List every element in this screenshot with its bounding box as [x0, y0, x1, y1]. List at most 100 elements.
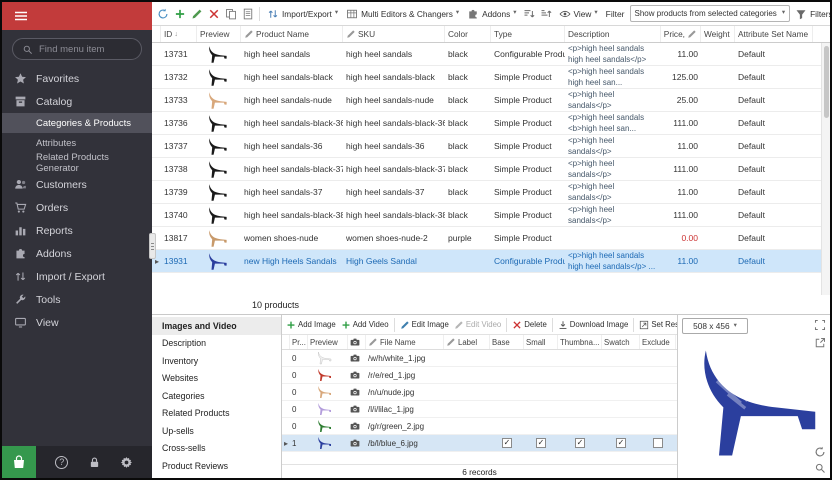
product-row-13931[interactable]: ▸13931new High Heels SandalsHigh Geels S… [152, 250, 830, 273]
tab-up-sells[interactable]: Up-sells [152, 422, 281, 440]
column-header-base[interactable]: Base [490, 335, 524, 349]
column-header-product-name[interactable]: Product Name [241, 26, 343, 42]
checkbox[interactable]: ✓ [502, 438, 512, 448]
edit-video-button[interactable]: Edit Video [452, 316, 503, 334]
column-header-thumbnail[interactable]: Thumbna... [558, 335, 602, 349]
sidebar-item-import-export[interactable]: Import / Export [2, 265, 152, 288]
tab-description[interactable]: Description [152, 335, 281, 353]
column-header-image-preview[interactable]: Preview [308, 335, 348, 349]
add-image-button[interactable]: Add Image [284, 316, 338, 334]
sidebar-item-label: Categories & Products [36, 118, 131, 129]
tab-websites[interactable]: Websites [152, 370, 281, 388]
tab-inventory[interactable]: Inventory [152, 352, 281, 370]
delete-product-button[interactable] [206, 6, 221, 21]
refresh-button[interactable] [155, 6, 170, 21]
open-external-icon[interactable] [814, 337, 826, 349]
sidebar-item-favorites[interactable]: Favorites [2, 67, 152, 90]
image-row[interactable]: 0/n/u/nude.jpg [282, 384, 677, 401]
column-header-id[interactable]: ID↓ [161, 26, 197, 42]
sort-ascending-button[interactable] [539, 6, 554, 21]
import-export-menu[interactable]: Import/Export ▾ [264, 5, 341, 23]
delete-image-button[interactable]: Delete [510, 316, 549, 334]
column-header-description[interactable]: Description [565, 26, 661, 42]
lock-button[interactable] [88, 456, 101, 469]
camera-icon [348, 350, 366, 366]
scrollbar-thumb[interactable] [824, 46, 829, 118]
column-header-exclude[interactable]: Exclude [640, 335, 676, 349]
image-size-select[interactable]: 508 x 456 ▾ [682, 318, 748, 334]
set-resize-rule-button[interactable]: Set Resize Rule▾ [637, 316, 677, 334]
sidebar-item-customers[interactable]: Customers [2, 173, 152, 196]
settings-button[interactable] [120, 456, 133, 469]
download-image-button[interactable]: Download Image [556, 316, 631, 334]
column-header-swatch[interactable]: Swatch [602, 335, 640, 349]
tab-categories[interactable]: Categories [152, 387, 281, 405]
copy-button[interactable] [223, 6, 238, 21]
refresh-preview-icon[interactable] [814, 446, 826, 458]
product-row-13739[interactable]: 13739high heel sandals-37high heel sanda… [152, 181, 830, 204]
column-header-small[interactable]: Small [524, 335, 558, 349]
column-header-price[interactable]: Price, [661, 26, 701, 42]
hamburger-menu-icon[interactable] [13, 8, 29, 24]
column-header-type[interactable]: Type [491, 26, 565, 42]
product-row-13732[interactable]: 13732high heel sandals-blackhigh heel sa… [152, 66, 830, 89]
column-header-attribute-set[interactable]: Attribute Set Name [735, 26, 813, 42]
checkbox[interactable] [653, 438, 663, 448]
product-row-13737[interactable]: 13737high heel sandals-36high heel sanda… [152, 135, 830, 158]
add-product-button[interactable] [172, 6, 187, 21]
checkbox[interactable]: ✓ [616, 438, 626, 448]
tab-product-reviews[interactable]: Product Reviews [152, 457, 281, 475]
image-row[interactable]: 0/w/h/white_1.jpg [282, 350, 677, 367]
checkbox[interactable]: ✓ [536, 438, 546, 448]
column-header-weight[interactable]: Weight [701, 26, 735, 42]
sidebar-item-view[interactable]: View [2, 311, 152, 334]
sidebar-item-reports[interactable]: Reports [2, 219, 152, 242]
sidebar-item-orders[interactable]: Orders [2, 196, 152, 219]
column-header-label[interactable]: Label [444, 335, 490, 349]
store-button[interactable] [2, 446, 36, 478]
checkbox[interactable]: ✓ [575, 438, 585, 448]
view-menu[interactable]: View ▾ [556, 5, 601, 23]
menu-search-input[interactable]: Find menu item [12, 38, 142, 60]
sort-descending-button[interactable] [522, 6, 537, 21]
column-header-file-name[interactable]: File Name [366, 335, 444, 349]
column-header-color[interactable]: Color [445, 26, 491, 42]
tab-label: Related Products [162, 408, 229, 418]
tab-related-products[interactable]: Related Products [152, 405, 281, 423]
sidebar-item-tools[interactable]: Tools [2, 288, 152, 311]
product-row-13740[interactable]: 13740high heel sandals-black-38high heel… [152, 204, 830, 227]
sidebar-item-related-products-generator[interactable]: Related Products Generator [2, 153, 152, 173]
column-header-position[interactable]: Pr... [290, 335, 308, 349]
product-row-13738[interactable]: 13738high heel sandals-black-37high heel… [152, 158, 830, 181]
addons-menu[interactable]: Addons ▾ [464, 5, 519, 23]
sidebar-item-addons[interactable]: Addons [2, 242, 152, 265]
column-header-preview[interactable]: Preview [197, 26, 241, 42]
sidebar-item-catalog[interactable]: Catalog [2, 90, 152, 113]
image-row[interactable]: 0/g/r/green_2.jpg [282, 418, 677, 435]
category-filter-select[interactable]: Show products from selected categories ▾ [630, 5, 791, 22]
fullscreen-icon[interactable] [814, 319, 826, 331]
column-header-camera[interactable] [348, 335, 366, 349]
sidebar-item-categories-products[interactable]: Categories & Products [2, 113, 152, 133]
tab-cross-sells[interactable]: Cross-sells [152, 440, 281, 458]
tab-images-and-video[interactable]: Images and Video [152, 317, 281, 335]
product-row-13736[interactable]: 13736high heel sandals-black-36high heel… [152, 112, 830, 135]
product-row-13817[interactable]: 13817women shoes-nudewomen shoes-nude-2p… [152, 227, 830, 250]
multi-editors-menu[interactable]: Multi Editors & Changers ▾ [343, 5, 462, 23]
product-row-13733[interactable]: 13733high heel sandals-nudehigh heel san… [152, 89, 830, 112]
add-video-button[interactable]: Add Video [339, 316, 391, 334]
panel-splitter[interactable] [149, 233, 156, 259]
zoom-icon[interactable] [814, 462, 826, 474]
document-button[interactable] [240, 6, 255, 21]
sidebar-item-attributes[interactable]: Attributes [2, 133, 152, 153]
vertical-scrollbar[interactable] [821, 43, 830, 295]
edit-product-button[interactable] [189, 6, 204, 21]
help-button[interactable]: ? [55, 456, 68, 469]
image-row[interactable]: 0/r/e/red_1.jpg [282, 367, 677, 384]
column-header-sku[interactable]: SKU [343, 26, 445, 42]
image-row[interactable]: 0/l/i/lilac_1.jpg [282, 401, 677, 418]
edit-image-button[interactable]: Edit Image [398, 316, 451, 334]
product-row-13731[interactable]: 13731high heel sandalshigh heel sandalsb… [152, 43, 830, 66]
filters-button[interactable]: Filters ▾ [792, 5, 830, 23]
image-row[interactable]: ▸1/b/l/blue_6.jpg✓✓✓✓ [282, 435, 677, 452]
